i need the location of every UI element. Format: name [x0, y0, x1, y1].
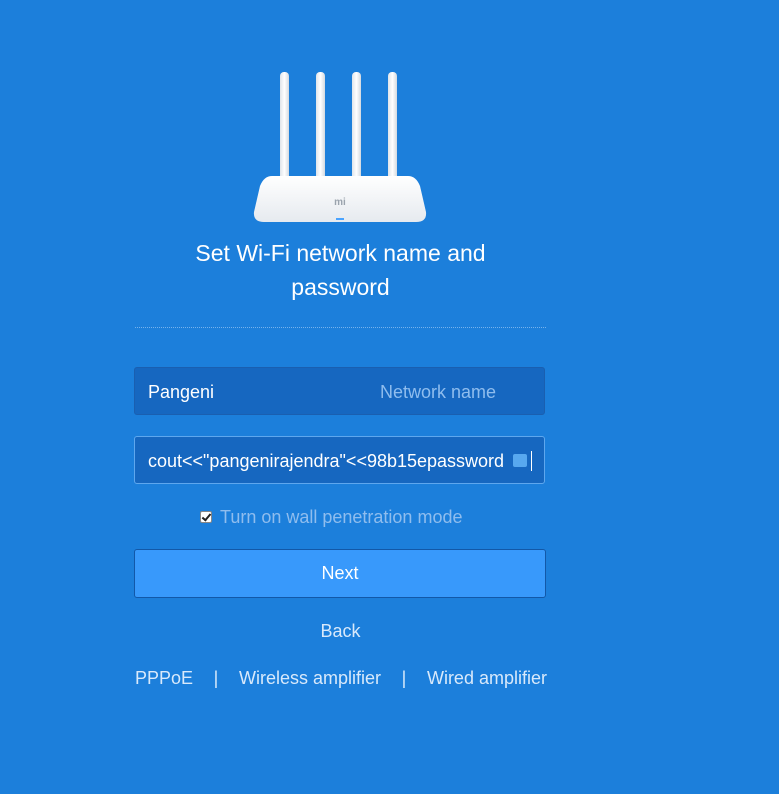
link-separator: |: [213, 668, 219, 688]
divider: [135, 327, 546, 328]
page-title-line1: Set Wi-Fi network name and: [195, 240, 486, 266]
network-name-value: Pangeni: [148, 382, 215, 402]
setup-mode-links: PPPoE | Wireless amplifier | Wired ampli…: [135, 668, 547, 689]
wall-penetration-label: Turn on wall penetration mode: [220, 506, 463, 527]
network-name-placeholder: Network name: [379, 382, 496, 402]
page-title-line2: password: [291, 274, 390, 300]
text-caret: [531, 451, 532, 471]
wall-penetration-toggle[interactable]: Turn on wall penetration mode: [200, 505, 462, 529]
next-button[interactable]: Next: [134, 549, 546, 598]
wired-amplifier-link[interactable]: Wired amplifier: [427, 668, 547, 689]
back-link[interactable]: Back: [135, 621, 546, 642]
show-password-icon[interactable]: [513, 454, 527, 467]
router-illustration: mi: [250, 66, 430, 226]
password-field[interactable]: cout<<"pangenirajendra"<<98b15epassword: [134, 436, 545, 484]
router-brand-mark: mi: [334, 197, 346, 208]
link-separator: |: [401, 668, 407, 688]
pppoe-link[interactable]: PPPoE: [135, 668, 193, 689]
network-name-field[interactable]: Pangeni Network name: [134, 367, 545, 415]
wall-penetration-checkbox[interactable]: [200, 511, 212, 523]
router-icon: mi: [253, 72, 427, 222]
wireless-amplifier-link[interactable]: Wireless amplifier: [239, 668, 381, 689]
password-value: cout<<"pangenirajendra"<<98b15epassword: [148, 451, 505, 471]
page-title: Set Wi-Fi network name and password: [135, 236, 546, 304]
